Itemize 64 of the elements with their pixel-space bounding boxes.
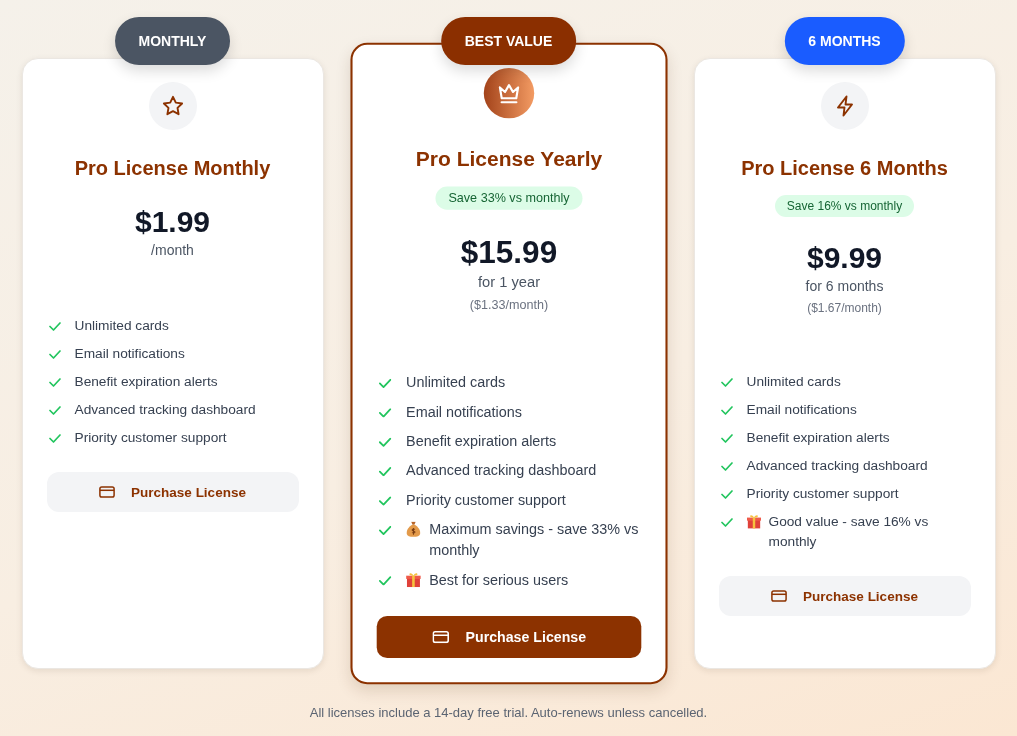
gift-icon — [746, 514, 761, 529]
plan-title: Pro License 6 Months — [741, 156, 948, 181]
plan-price: $15.99 — [460, 233, 557, 272]
check-icon — [720, 434, 733, 443]
billing-period: /month — [151, 241, 194, 260]
monthly-equivalent: ($1.33/month) — [469, 296, 548, 314]
lightning-icon — [820, 82, 869, 130]
feature-text: Unlimited cards — [405, 373, 505, 393]
savings-tag: Save 16% vs monthly — [774, 195, 915, 217]
monthly-equivalent: ($1.67/month) — [807, 300, 882, 316]
check-icon — [720, 518, 733, 527]
credit-card-icon — [431, 630, 449, 644]
feature-text: Priority customer support — [74, 429, 227, 447]
feature-text: Benefit expiration alerts — [405, 432, 556, 452]
billing-period: for 6 months — [805, 277, 884, 296]
check-icon — [48, 434, 61, 443]
purchase-button[interactable]: Purchase License — [376, 616, 641, 659]
plan-badge: 6 MONTHS — [784, 17, 905, 65]
check-icon — [48, 350, 61, 359]
plan-badge: BEST VALUE — [440, 17, 577, 65]
check-icon — [378, 437, 391, 447]
purchase-button[interactable]: Purchase License — [718, 576, 971, 616]
check-icon — [720, 406, 733, 415]
check-icon — [48, 378, 61, 387]
plan-title: Pro License Monthly — [74, 156, 271, 181]
feature-text: Email notifications — [746, 401, 857, 419]
footnote-text: All licenses include a 14-day free trial. Auto-renews unless cancelled. — [309, 704, 708, 722]
feature-text: Advanced tracking dashboard — [74, 401, 256, 419]
feature-text: Unlimited cards — [74, 317, 169, 335]
feature-text: Best for serious users — [428, 570, 568, 590]
feature-text: Unlimited cards — [746, 373, 841, 391]
feature-text: Benefit expiration alerts — [74, 373, 218, 391]
money-bag-icon — [405, 521, 421, 538]
check-icon — [378, 525, 391, 536]
check-icon — [48, 322, 61, 331]
gift-icon — [405, 571, 421, 588]
check-icon — [378, 408, 391, 418]
check-icon — [378, 576, 391, 586]
plan-price: $9.99 — [806, 240, 883, 276]
plan-badge: MONTHLY — [114, 17, 231, 65]
check-icon — [378, 378, 391, 389]
check-icon — [378, 496, 391, 506]
plan-title: Pro License Yearly — [415, 145, 602, 172]
feature-text: Advanced tracking dashboard — [405, 461, 596, 481]
feature-text: Email notifications — [405, 402, 522, 422]
check-icon — [378, 466, 391, 477]
check-icon — [720, 462, 733, 471]
billing-period: for 1 year — [477, 272, 540, 293]
credit-card-icon — [771, 590, 788, 602]
savings-tag: Save 33% vs monthly — [435, 186, 582, 210]
credit-card-icon — [99, 486, 116, 498]
feature-text: Good value - save 16% vs monthly — [768, 513, 930, 551]
purchase-button[interactable]: Purchase License — [46, 472, 299, 512]
check-icon — [720, 378, 733, 387]
feature-text: Priority customer support — [746, 485, 899, 503]
feature-text: Benefit expiration alerts — [746, 429, 890, 447]
plan-price: $1.99 — [134, 204, 211, 240]
crown-icon — [483, 67, 534, 119]
check-icon — [720, 490, 733, 499]
check-icon — [48, 406, 61, 415]
feature-text: Advanced tracking dashboard — [746, 457, 928, 475]
feature-text: Priority customer support — [405, 491, 566, 510]
feature-text: Maximum savings - save 33% vs monthly — [428, 520, 639, 561]
feature-text: Email notifications — [74, 345, 185, 363]
